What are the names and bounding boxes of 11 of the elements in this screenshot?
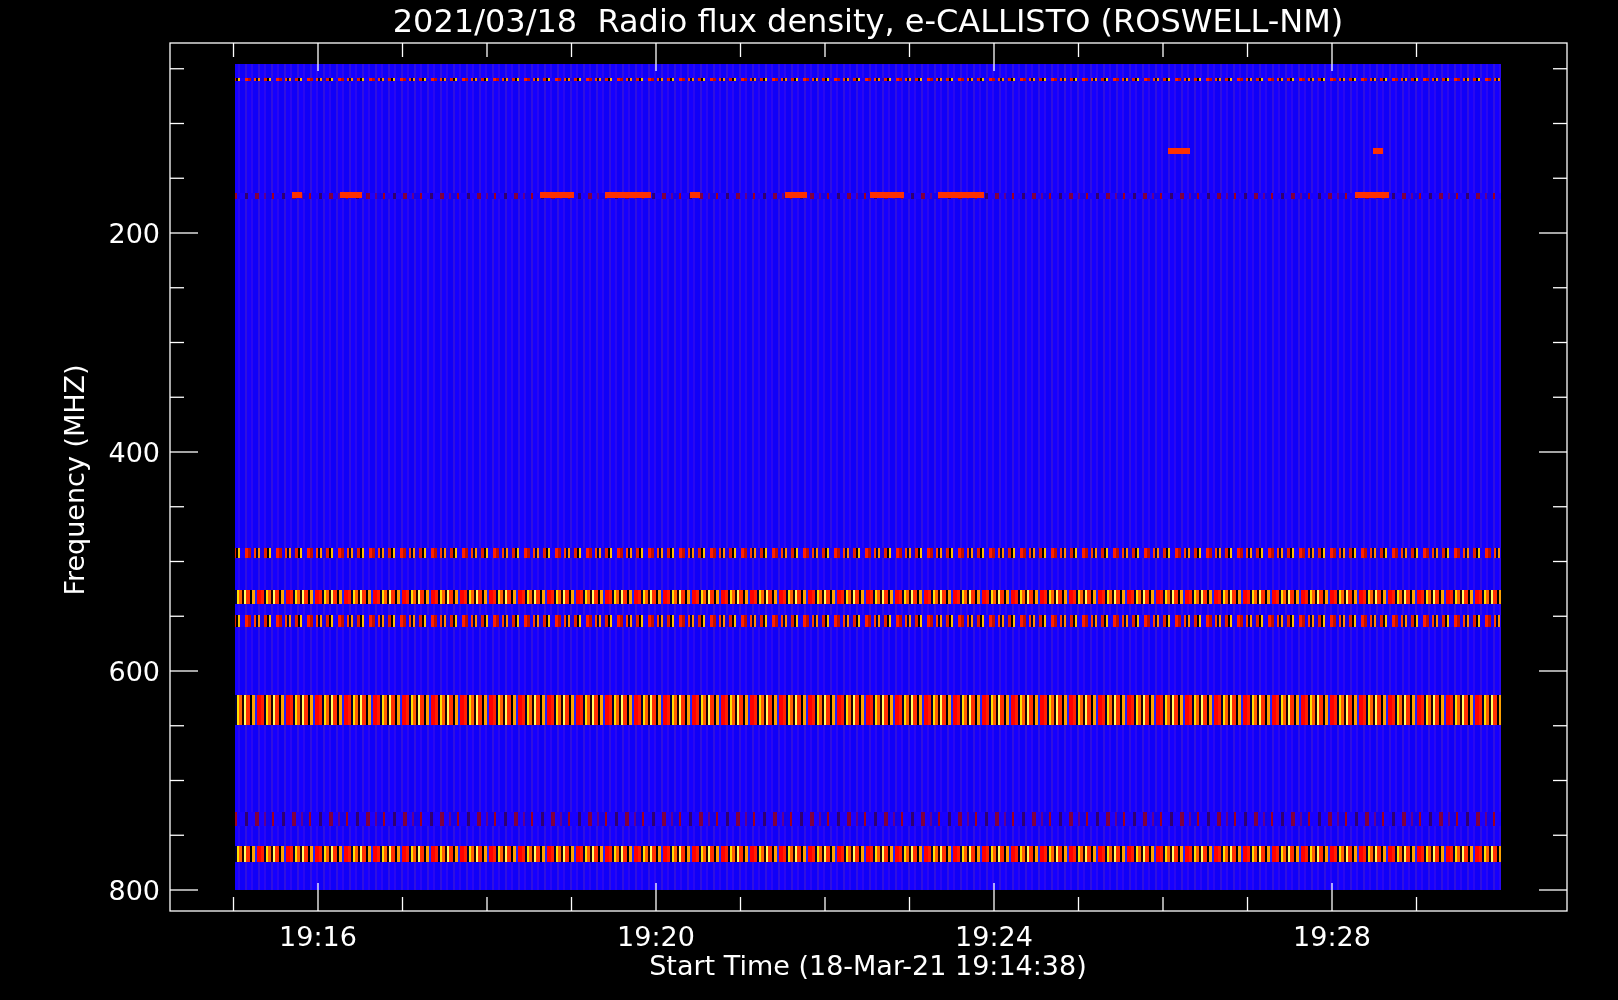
x-tick-label: 19:24 — [955, 921, 1033, 952]
y-axis-label: Frequency (MHZ) — [59, 364, 90, 596]
x-tick-label: 19:28 — [1293, 921, 1371, 952]
y-tick-label: 800 — [108, 875, 160, 906]
x-tick-label: 19:20 — [617, 921, 695, 952]
x-tick-label: 19:16 — [279, 921, 357, 952]
chart-title: 2021/03/18 Radio flux density, e-CALLISTO (ROSWELL-NM) — [392, 2, 1344, 40]
x-axis-label: Start Time (18-Mar-21 19:14:38) — [649, 950, 1087, 981]
y-tick-label: 200 — [108, 218, 160, 249]
y-tick-label: 400 — [108, 437, 160, 468]
y-tick-label: 600 — [108, 656, 160, 687]
